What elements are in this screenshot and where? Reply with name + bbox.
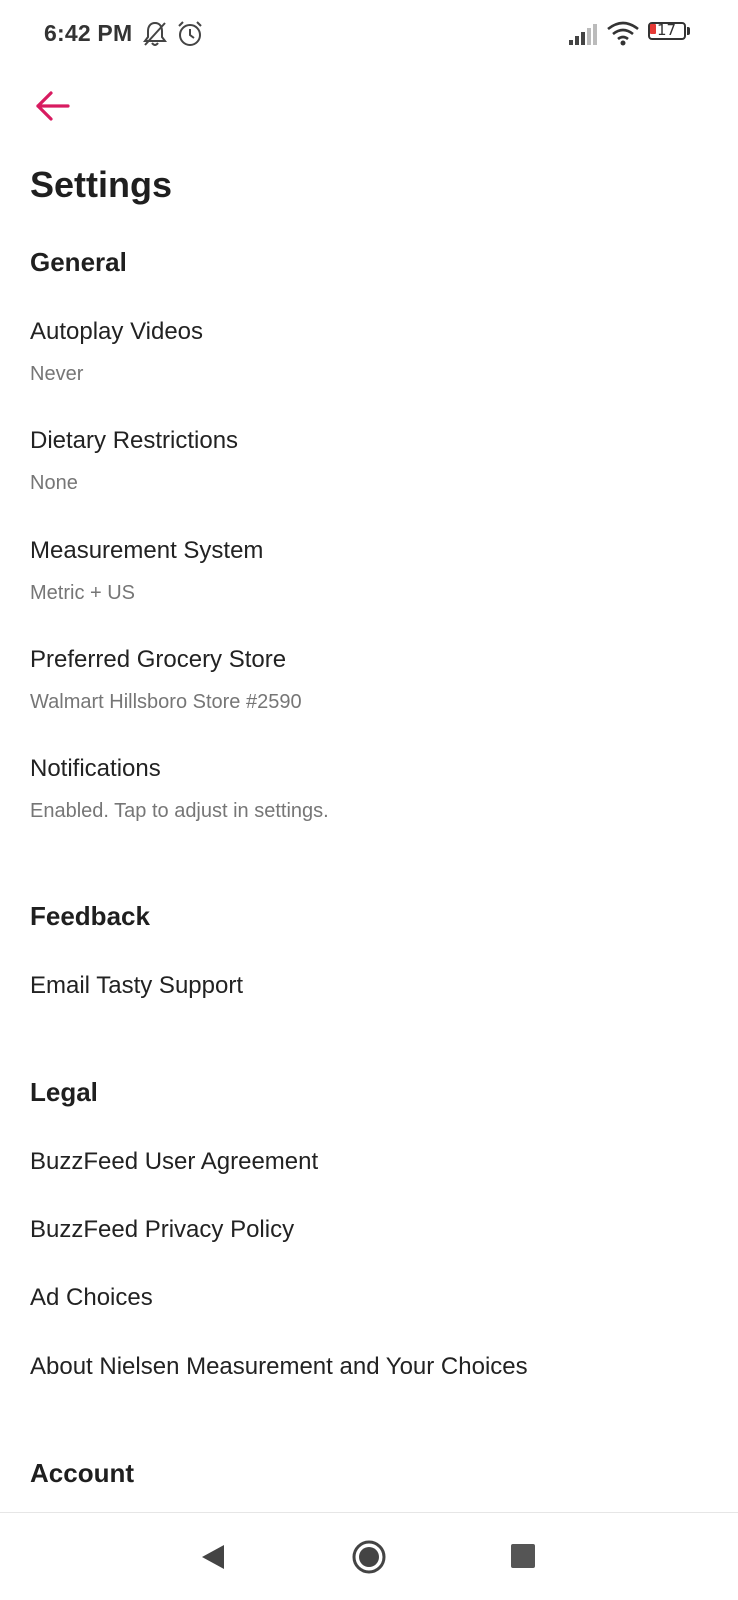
alarm-icon	[176, 20, 204, 48]
status-time: 6:42 PM	[44, 20, 133, 46]
bell-muted-icon	[142, 20, 168, 48]
setting-measurement-system[interactable]: Measurement System Metric + US	[30, 536, 710, 606]
battery-fill	[650, 24, 656, 34]
section-header-general: General	[30, 247, 127, 277]
setting-notifications[interactable]: Notifications Enabled. Tap to adjust in …	[30, 754, 710, 824]
setting-value: Metric + US	[30, 582, 136, 604]
setting-preferred-grocery-store[interactable]: Preferred Grocery Store Walmart Hillsbor…	[30, 645, 710, 715]
setting-label: Ad Choices	[30, 1284, 153, 1311]
battery-icon: 17	[648, 21, 690, 44]
setting-label: BuzzFeed User Agreement	[30, 1148, 319, 1175]
section-header-account: Account	[30, 1458, 134, 1488]
setting-value: Walmart Hillsboro Store #2590	[30, 691, 302, 713]
settings-screen: 6:42 PM 17 Settings General Autoplay Vid…	[0, 0, 738, 1600]
setting-label: Notifications	[30, 755, 161, 782]
link-nielsen-measurement[interactable]: About Nielsen Measurement and Your Choic…	[30, 1352, 710, 1382]
nav-back-icon[interactable]	[198, 1541, 228, 1573]
setting-autoplay-videos[interactable]: Autoplay Videos Never	[30, 317, 710, 387]
wifi-icon	[606, 20, 640, 48]
setting-value: Never	[30, 363, 84, 385]
system-nav-bar	[0, 1512, 738, 1600]
setting-value: None	[30, 472, 78, 494]
nav-home-icon[interactable]	[351, 1539, 387, 1575]
signal-icon	[568, 22, 598, 46]
section-header-legal: Legal	[30, 1077, 98, 1107]
section-header-feedback: Feedback	[30, 901, 150, 931]
setting-label: BuzzFeed Privacy Policy	[30, 1216, 295, 1243]
status-bar: 6:42 PM 17	[0, 0, 738, 70]
setting-label: About Nielsen Measurement and Your Choic…	[30, 1353, 528, 1380]
setting-label: Measurement System	[30, 537, 264, 564]
link-ad-choices[interactable]: Ad Choices	[30, 1283, 710, 1313]
setting-label: Autoplay Videos	[30, 318, 204, 345]
setting-value: Enabled. Tap to adjust in settings.	[30, 800, 329, 822]
arrow-left-icon	[34, 90, 70, 127]
setting-label: Dietary Restrictions	[30, 427, 239, 454]
link-buzzfeed-privacy-policy[interactable]: BuzzFeed Privacy Policy	[30, 1215, 710, 1245]
setting-dietary-restrictions[interactable]: Dietary Restrictions None	[30, 426, 710, 496]
link-buzzfeed-user-agreement[interactable]: BuzzFeed User Agreement	[30, 1147, 710, 1177]
back-button[interactable]	[28, 84, 76, 132]
nav-recents-icon[interactable]	[511, 1544, 535, 1568]
setting-email-tasty-support[interactable]: Email Tasty Support	[30, 971, 710, 1001]
setting-label: Preferred Grocery Store	[30, 646, 287, 673]
page-title: Settings	[30, 164, 173, 205]
battery-level: 17	[657, 21, 677, 39]
setting-label: Email Tasty Support	[30, 972, 243, 999]
